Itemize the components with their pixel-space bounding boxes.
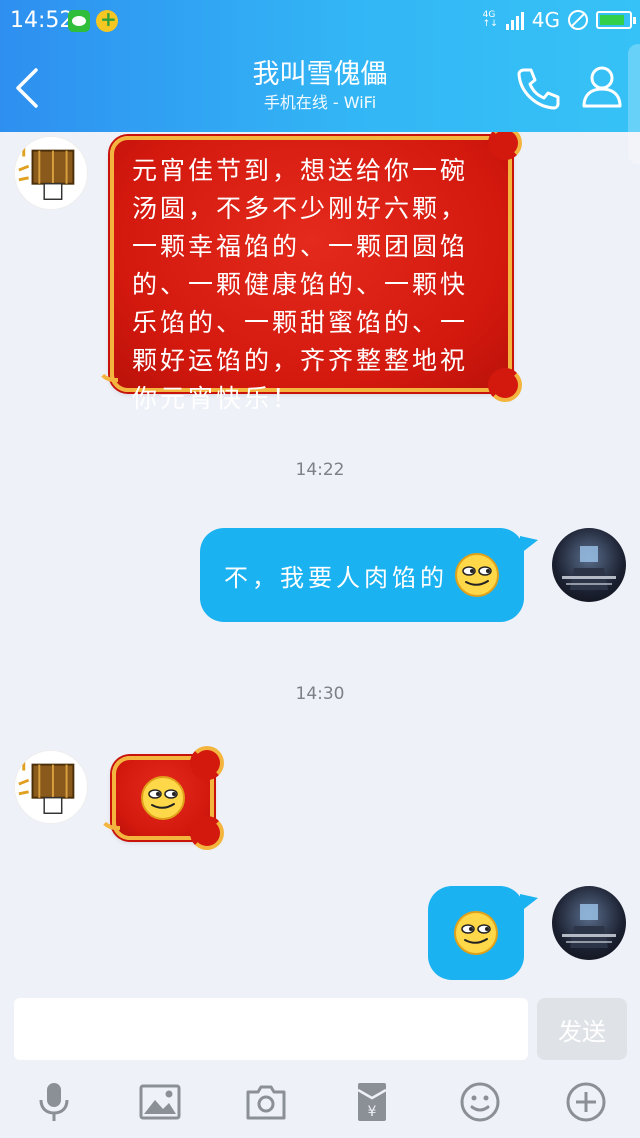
- outgoing-emoji-bubble[interactable]: [428, 886, 538, 980]
- call-button[interactable]: [514, 64, 562, 112]
- battery-icon: [596, 11, 636, 29]
- app-notification-icon: [96, 7, 118, 32]
- status-time: 14:52: [10, 8, 74, 33]
- dark-figure-avatar-icon: [562, 546, 616, 590]
- profile-button[interactable]: [578, 62, 626, 110]
- title-bar: 我叫雪傀儡 手机在线 - WiFi: [0, 44, 640, 132]
- emoji-button[interactable]: [458, 1080, 502, 1124]
- smirk-emoji-icon: [140, 775, 186, 821]
- greeting-card-bubble[interactable]: 元宵佳节到，想送给你一碗汤圆，不多不少刚好六颗，一颗幸福馅的、一颗团圆馅的、一颗…: [96, 132, 522, 413]
- title-group: 我叫雪傀儡 手机在线 - WiFi: [170, 58, 470, 114]
- status-indicators: 4G ↑↓ 4G: [482, 8, 636, 32]
- card-curl-ornament: [488, 132, 522, 160]
- friend-avatar[interactable]: [14, 136, 88, 210]
- network-type: 4G: [531, 8, 560, 32]
- wechat-notification-icon: [68, 10, 90, 32]
- chat-title: 我叫雪傀儡: [252, 59, 388, 90]
- smiley-icon: [460, 1082, 500, 1122]
- card-curl-ornament: [190, 816, 224, 850]
- more-button[interactable]: [564, 1080, 608, 1124]
- chevron-left-icon: [16, 68, 38, 108]
- camera-button[interactable]: [244, 1080, 288, 1124]
- message-timestamp: 14:22: [295, 460, 345, 480]
- status-bar: 14:52 4G ↑↓ 4G: [0, 0, 640, 44]
- image-icon: [139, 1084, 181, 1120]
- friend-avatar[interactable]: [14, 750, 88, 824]
- camera-icon: [246, 1085, 286, 1120]
- card-curl-ornament: [190, 746, 224, 780]
- my-avatar[interactable]: [552, 528, 626, 602]
- my-avatar[interactable]: [552, 886, 626, 960]
- do-not-disturb-icon: [568, 10, 588, 30]
- red-packet-icon: ¥: [357, 1083, 387, 1121]
- composer-toolbar: ¥: [0, 1066, 640, 1138]
- outgoing-text-bubble[interactable]: 不，我要人肉馅的: [200, 528, 538, 622]
- phone-icon: [517, 68, 560, 110]
- microphone-icon: [39, 1083, 69, 1121]
- message-input[interactable]: [14, 998, 528, 1060]
- lantern-avatar-icon: [18, 752, 75, 814]
- dark-figure-avatar-icon: [562, 904, 616, 948]
- bubble-tail: [96, 364, 118, 382]
- message-timestamp: 14:30: [295, 684, 345, 704]
- person-icon: [582, 66, 622, 108]
- greeting-card-text: 元宵佳节到，想送给你一碗汤圆，不多不少刚好六颗，一颗幸福馅的、一颗团圆馅的、一颗…: [132, 156, 469, 413]
- back-button[interactable]: [8, 60, 48, 116]
- network-activity: 4G ↑↓: [482, 10, 498, 29]
- send-button[interactable]: 发送: [537, 998, 627, 1060]
- voice-button[interactable]: [32, 1080, 76, 1124]
- svg-text:¥: ¥: [368, 1104, 377, 1120]
- smirk-emoji-icon: [453, 910, 499, 956]
- card-curl-ornament: [488, 368, 522, 402]
- chat-header: 14:52 4G ↑↓ 4G 我叫雪傀儡 手机在线 - WiFi: [0, 0, 640, 164]
- outgoing-message-text: 不，我要人肉馅的: [224, 563, 448, 592]
- red-packet-button[interactable]: ¥: [350, 1080, 394, 1124]
- composer: 发送: [0, 992, 640, 1066]
- photo-button[interactable]: [138, 1080, 182, 1124]
- bubble-tail: [98, 812, 120, 830]
- message-list[interactable]: 元宵佳节到，想送给你一碗汤圆，不多不少刚好六颗，一颗幸福馅的、一颗团圆馅的、一颗…: [0, 132, 640, 992]
- signal-icon: [505, 10, 524, 30]
- smirk-emoji-icon: [454, 552, 500, 598]
- online-status: 手机在线 - WiFi: [263, 93, 377, 112]
- plus-circle-icon: [566, 1082, 606, 1122]
- incoming-emoji-bubble[interactable]: [98, 746, 224, 850]
- lantern-avatar-icon: [18, 138, 75, 200]
